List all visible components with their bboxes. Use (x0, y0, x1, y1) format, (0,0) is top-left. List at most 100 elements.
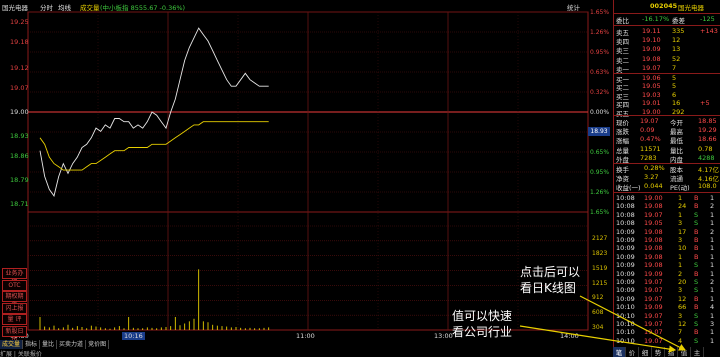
stat-row[interactable]: 涨幅 0.47% 最低 18.66 (614, 135, 720, 145)
trade-price: 19.07 (644, 311, 663, 320)
trade-volume: 1 (678, 194, 683, 202)
bottom-tab[interactable]: 竞价图 (86, 340, 110, 349)
trade-volume: 3 (678, 219, 683, 228)
ask-row[interactable]: 卖一 19.07 7 (614, 64, 720, 74)
chart-grid (27, 11, 589, 331)
trade-price: 19.07 (644, 320, 663, 328)
price-tick-label: 19.00 (10, 108, 29, 116)
trade-price: 19.07 (644, 210, 663, 219)
side-button[interactable]: OTC (2, 279, 27, 291)
trade-volume: 7 (678, 328, 683, 337)
ask-volume: 7 (672, 63, 677, 72)
time-tick-label: 10:16 (122, 332, 145, 340)
right-tab[interactable]: 笔 (613, 347, 626, 357)
stat-value: 19.29 (698, 126, 717, 135)
trade-count: 2 (710, 227, 715, 236)
volume-tick-label: 1215 (592, 279, 608, 287)
right-tabs: 笔价细势指值主 (613, 347, 720, 357)
ask-row[interactable]: 卖二 19.08 52 (614, 55, 720, 65)
ask-row[interactable]: 卖三 19.09 13 (614, 45, 720, 55)
stat-row[interactable]: 换手 0.28% 股本 4.17亿 (614, 164, 720, 174)
bid-price: 19.05 (642, 82, 661, 91)
right-tab[interactable]: 值 (678, 347, 691, 357)
stat-row[interactable]: 总量 11571 量比 0.78 (614, 145, 720, 155)
right-tab[interactable]: 指 (665, 347, 678, 357)
trade-row[interactable]: 10:10 19.07 4 S 1 (614, 337, 720, 347)
stat-value: 7283 (640, 153, 657, 162)
trade-price: 19.08 (644, 227, 663, 236)
percent-tick-label: 1.65% (590, 209, 610, 216)
bottom-tab[interactable]: 量比 (40, 340, 58, 349)
trade-count: 1 (710, 252, 715, 261)
ask-volume: 13 (672, 45, 681, 54)
volume-bars (39, 269, 270, 330)
bid-volume: 5 (672, 82, 677, 91)
percent-tick-label: 1.26% (590, 189, 610, 196)
trade-count: 1 (710, 219, 715, 228)
bid-volume: 5 (672, 74, 677, 82)
stat-value: 18.85 (698, 117, 717, 125)
price-tick-label: 19.18 (10, 38, 29, 46)
percent-tick-label: 0.95% (590, 169, 610, 176)
bottom-row[interactable]: 扩展 | 关联报价 (0, 349, 42, 357)
bottom-tab[interactable]: 买卖力道 (57, 340, 87, 349)
trade-volume: 3 (678, 311, 683, 320)
trade-count: 1 (710, 236, 715, 244)
percent-tick-label: 0.65% (590, 149, 610, 156)
volume-tick-label: 1823 (592, 249, 608, 257)
trade-count: 2 (710, 278, 715, 286)
trade-time: 10:08 (616, 219, 635, 228)
trade-side: S (694, 320, 699, 328)
side-button[interactable]: 期权期货 (2, 291, 27, 309)
trade-count: 1 (710, 294, 715, 303)
side-button[interactable]: 量 评 (2, 314, 27, 325)
right-tab[interactable]: 势 (652, 347, 665, 357)
trade-volume: 12 (678, 320, 687, 328)
trade-volume: 24 (678, 202, 687, 211)
side-button[interactable]: 新股日历 (2, 325, 27, 344)
trade-time: 10:09 (616, 294, 635, 303)
trade-price: 19.08 (644, 202, 663, 211)
trade-side: S (694, 286, 699, 295)
volume-tick-label: 2127 (592, 235, 608, 242)
stat-row[interactable]: 涨跌 0.09 最高 19.29 (614, 126, 720, 136)
bottom-tab[interactable]: 成交量 (0, 340, 24, 349)
trade-side: S (694, 278, 699, 286)
ask-row[interactable]: 卖五 19.11 335 +143 (614, 27, 720, 37)
side-button[interactable]: 闪上报价 (2, 302, 27, 321)
ask-price: 19.11 (642, 27, 661, 35)
volume-tick-label: 608 (592, 309, 604, 317)
trade-side: B (694, 252, 699, 261)
trade-side: B (694, 202, 699, 211)
right-tab[interactable]: 价 (626, 347, 639, 357)
stat-row[interactable]: 净资 3.27 流通 4.16亿 (614, 173, 720, 183)
time-tick-label: 13:00 (434, 332, 453, 340)
side-button[interactable]: 业务办理 (2, 268, 27, 286)
bid-price: 19.01 (642, 99, 661, 108)
trade-time: 10:08 (616, 210, 635, 219)
trade-side: S (694, 311, 699, 320)
bid-change: +5 (700, 99, 710, 108)
trade-side: S (694, 261, 699, 270)
stat-row[interactable]: 外盘 7283 内盘 4288 (614, 154, 720, 164)
trade-price: 19.07 (644, 336, 663, 345)
percent-tick-label: 0.32% (590, 89, 610, 96)
volume-tick-label: 1519 (592, 264, 608, 272)
price-tick-label: 18.93 (10, 132, 29, 140)
trade-count: 1 (710, 328, 715, 337)
trade-price: 19.09 (644, 269, 663, 278)
stat-row[interactable]: 收益(一) 0.044 PE(动) 108.0 (614, 182, 720, 192)
trade-volume: 2 (678, 269, 683, 278)
stat-row[interactable]: 现价 19.07 今开 18.85 (614, 117, 720, 127)
ask-price: 19.08 (642, 54, 661, 63)
trade-count: 1 (710, 194, 715, 202)
ask-row[interactable]: 卖四 19.10 12 (614, 36, 720, 46)
ask-price: 19.07 (642, 63, 661, 72)
right-tab[interactable]: 主 (691, 347, 704, 357)
trade-time: 10:10 (616, 328, 635, 337)
stock-code: 002045 (650, 2, 678, 10)
stat-value: 0.47% (640, 135, 661, 144)
right-tab[interactable]: 细 (639, 347, 652, 357)
bottom-tab[interactable]: 指标 (23, 340, 41, 349)
percent-tick-label: 0.00% (590, 109, 610, 116)
